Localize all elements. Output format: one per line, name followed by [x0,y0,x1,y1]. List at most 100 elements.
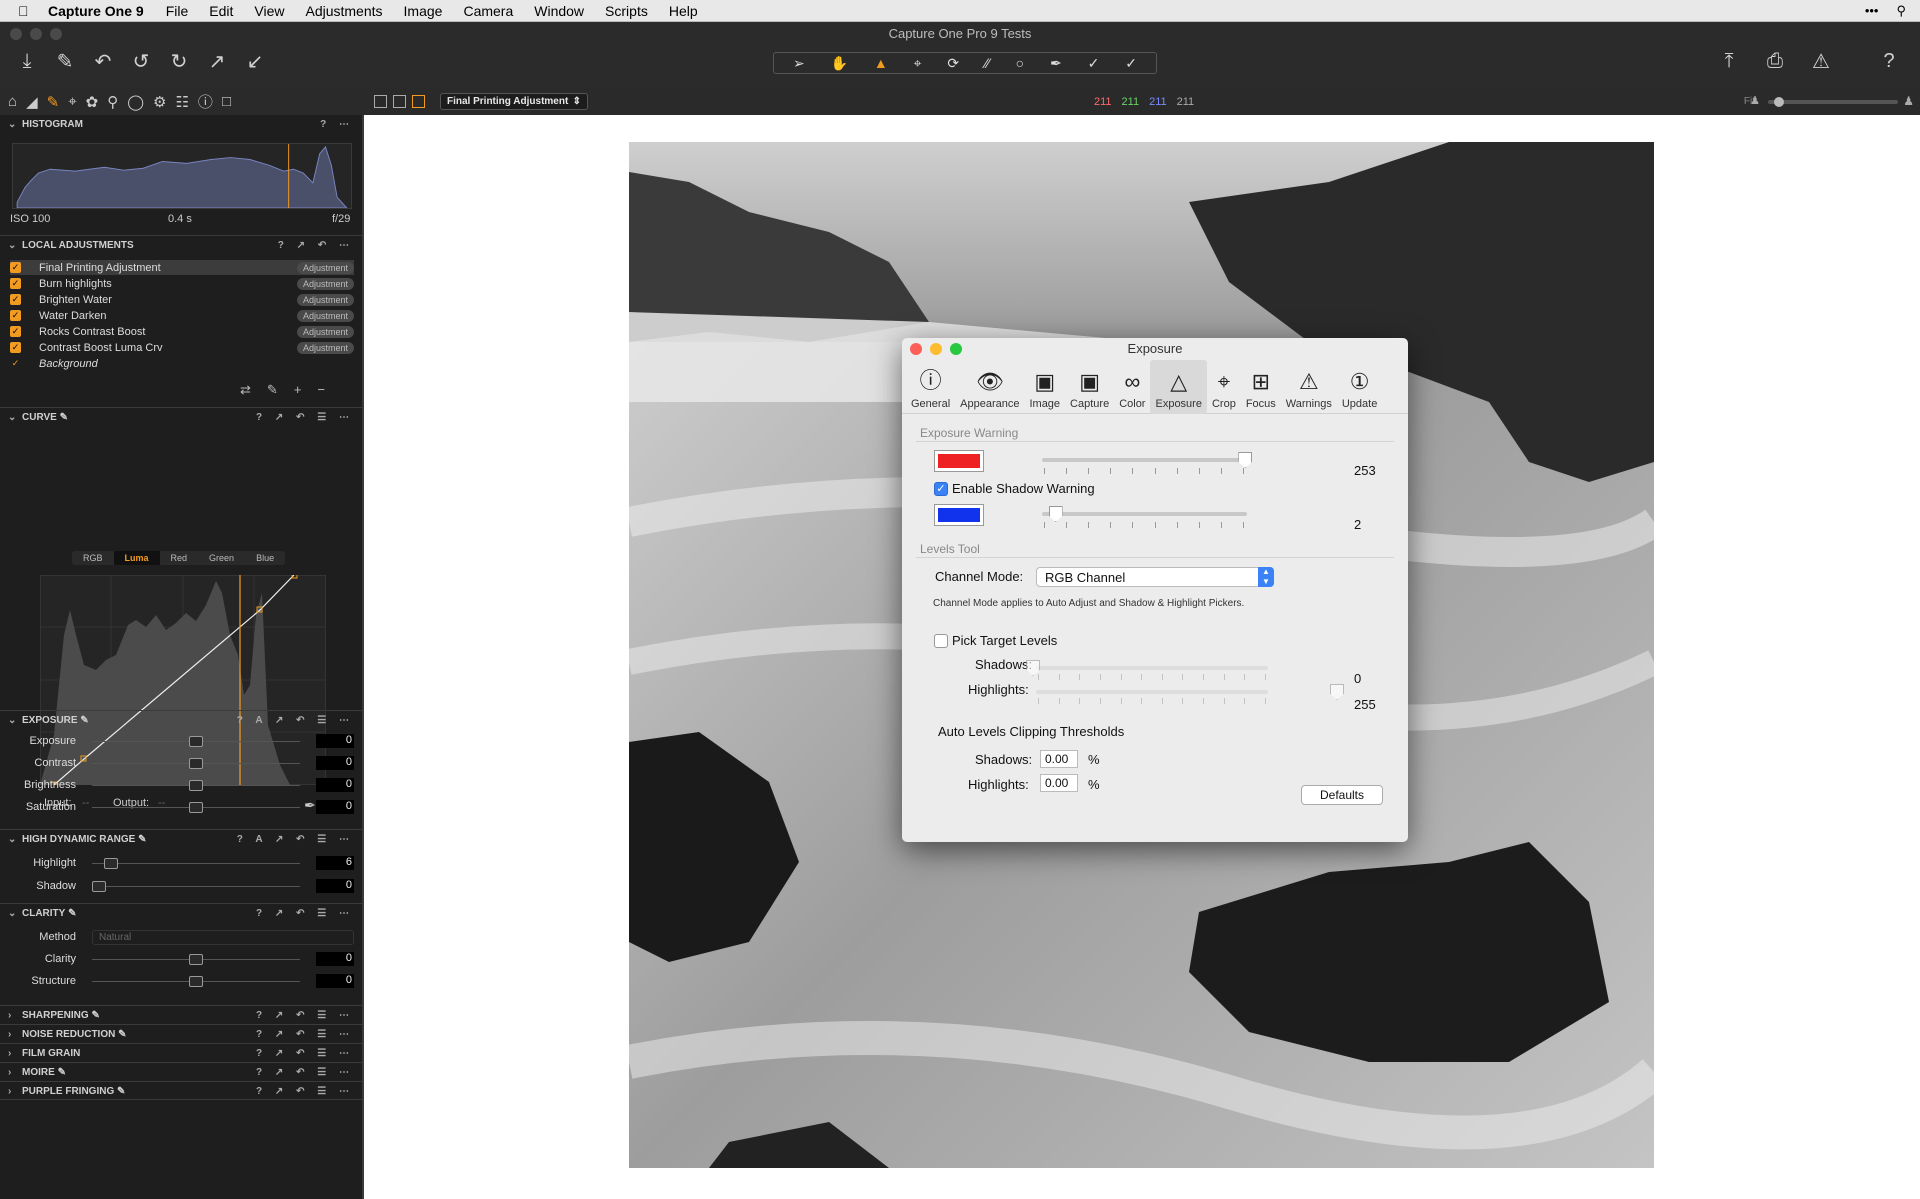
section-menu-icon[interactable]: ? ↗ ↶ ☰ ⋯ [256,1048,354,1059]
proof-view-icon[interactable] [412,95,425,108]
menu-scripts[interactable]: Scripts [605,3,648,19]
value-field[interactable]: 0 [316,778,354,792]
folder-tab-icon[interactable]: □ [222,93,231,110]
slider-knob[interactable] [189,736,203,747]
app-menu[interactable]: Capture One 9 [48,3,144,19]
slider-track[interactable] [92,863,300,864]
local-adjust-brush-icon[interactable]: ▲ [874,55,888,71]
swap-icon[interactable]: ⇄ [240,382,251,398]
section-menu-icon[interactable]: ? A ↗ ↶ ☰ ⋯ [237,834,354,845]
pick-target-levels-checkbox[interactable] [934,634,948,648]
tab-exposure[interactable]: △Exposure [1150,360,1206,414]
keystone-icon[interactable]: ⁄⁄ [985,55,990,71]
pick-target-levels-label[interactable]: Pick Target Levels [952,633,1057,648]
section-menu-icon[interactable]: ? ↗ ↶ ☰ ⋯ [256,1086,354,1097]
tab-rgb[interactable]: RGB [72,551,114,565]
info-tab-icon[interactable]: ⓘ [198,91,213,112]
clarity-header[interactable]: ⌄CLARITY ✎? ↗ ↶ ☰ ⋯ [0,904,362,923]
tab-appearance[interactable]: 👁Appearance [955,360,1024,414]
rotate-right-icon[interactable]: ↻ [166,48,192,74]
capture-tab-icon[interactable]: ◢ [26,93,38,111]
slider-knob[interactable] [189,976,203,987]
zoom-slider[interactable] [1768,100,1898,104]
menu-view[interactable]: View [254,3,284,19]
curve-header[interactable]: ⌄CURVE ✎? ↗ ↶ ☰ ⋯ [0,408,362,427]
menu-edit[interactable]: Edit [209,3,233,19]
section-menu-icon[interactable]: ? ↗ ↶ ⋯ [278,240,354,251]
grid-view-icon[interactable] [374,95,387,108]
shadow-warning-checkbox[interactable]: ✓ [934,482,948,496]
structure-slider-row[interactable]: Structure0 [0,972,362,990]
checkbox-icon[interactable]: ✓ [10,262,21,273]
value-field[interactable]: 6 [316,856,354,870]
zoom-dialog-button[interactable] [950,343,962,355]
highlight-warning-slider[interactable] [1042,458,1247,462]
metadata-tab-icon[interactable]: ◯ [127,93,144,111]
eyedropper-icon[interactable]: ✓ [1125,55,1137,72]
print-icon[interactable]: ⎙ [1762,48,1788,74]
menu-help[interactable]: Help [669,3,698,19]
value-field[interactable]: 0 [316,974,354,988]
library-tab-icon[interactable]: ⌂ [8,93,17,110]
tab-blue[interactable]: Blue [245,551,285,565]
annotate-icon[interactable]: ✓ [1088,55,1100,72]
tab-capture[interactable]: ▣Capture [1065,360,1114,414]
shadow-warning-slider[interactable] [1042,512,1247,516]
undo-icon[interactable]: ↶ [90,48,116,74]
exposure-slider-row[interactable]: Exposure0 [0,732,362,750]
highlight-warning-color-well[interactable] [934,450,984,472]
brightness-slider-row[interactable]: Brightness0 [0,776,362,794]
value-field[interactable]: 0 [316,734,354,748]
batch-tab-icon[interactable]: ☷ [175,93,188,111]
clip-shadows-input[interactable]: 0.00 [1040,750,1078,768]
shadow-warning-thumb[interactable] [1049,506,1063,522]
section-menu-icon[interactable]: ? A ↗ ↶ ☰ ⋯ [237,715,354,726]
clip-highlights-input[interactable]: 0.00 [1040,774,1078,792]
picker-icon[interactable]: ✒ [1050,55,1062,72]
brush-icon[interactable]: ✎ [267,382,278,398]
import-icon[interactable]: ⤓ [14,48,40,74]
layer-row[interactable]: ✓Contrast Boost Luma CrvAdjustment [10,340,354,355]
value-field[interactable]: 0 [316,756,354,770]
tab-crop[interactable]: ⌖Crop [1207,360,1241,414]
histogram-header[interactable]: ⌄HISTOGRAM? ⋯ [0,115,362,134]
apple-menu-icon[interactable]:  [18,3,48,19]
export-icon[interactable]: ⤒ [1716,48,1742,74]
copy-adjustments-icon[interactable]: ↗ [204,48,230,74]
slider-knob[interactable] [92,881,106,892]
section-menu-icon[interactable]: ? ↗ ↶ ☰ ⋯ [256,1067,354,1078]
slider-knob[interactable] [189,758,203,769]
select-cursor-icon[interactable]: ➢ [793,55,805,72]
slider-knob[interactable] [189,954,203,965]
menu-file[interactable]: File [166,3,189,19]
slider-knob[interactable] [189,802,203,813]
add-layer-icon[interactable]: + [294,382,302,398]
slider-knob[interactable] [189,780,203,791]
sharpening-section[interactable]: ›SHARPENING ✎? ↗ ↶ ☰ ⋯ [0,1005,362,1024]
tab-general[interactable]: ⓘGeneral [906,360,955,414]
rotate-tool-icon[interactable]: ⟳ [947,55,959,72]
spot-removal-icon[interactable]: ○ [1016,55,1024,71]
rotate-left-icon[interactable]: ↺ [128,48,154,74]
defaults-button[interactable]: Defaults [1301,785,1383,805]
spotlight-search-icon[interactable]: ⚲ [1896,3,1906,19]
layer-row[interactable]: ✓Burn highlightsAdjustment [10,276,354,291]
output-tab-icon[interactable]: ⚙ [153,93,166,111]
lens-tab-icon[interactable]: ⌖ [68,93,76,110]
menu-window[interactable]: Window [534,3,584,19]
slider-track[interactable] [92,886,300,887]
tab-focus[interactable]: ⊞Focus [1241,360,1281,414]
section-menu-icon[interactable]: ? ↗ ↶ ☰ ⋯ [256,1010,354,1021]
clarity-slider-row[interactable]: Clarity0 [0,950,362,968]
checkbox-icon[interactable]: ✓ [10,342,21,353]
layer-row[interactable]: ✓Final Printing AdjustmentAdjustment [10,260,354,275]
tab-red[interactable]: Red [160,551,199,565]
color-tab-icon[interactable]: ✿ [86,93,99,111]
layer-row-background[interactable]: ✓Background [10,356,354,371]
checkbox-icon[interactable]: ✓ [10,310,21,321]
zoom-slider-knob[interactable] [1774,97,1784,107]
local-adjustments-header[interactable]: ⌄LOCAL ADJUSTMENTS? ↗ ↶ ⋯ [0,236,362,255]
more-icon[interactable]: ••• [1865,3,1879,19]
warning-icon[interactable]: ⚠ [1808,48,1834,74]
section-menu-icon[interactable]: ? ⋯ [320,119,354,130]
